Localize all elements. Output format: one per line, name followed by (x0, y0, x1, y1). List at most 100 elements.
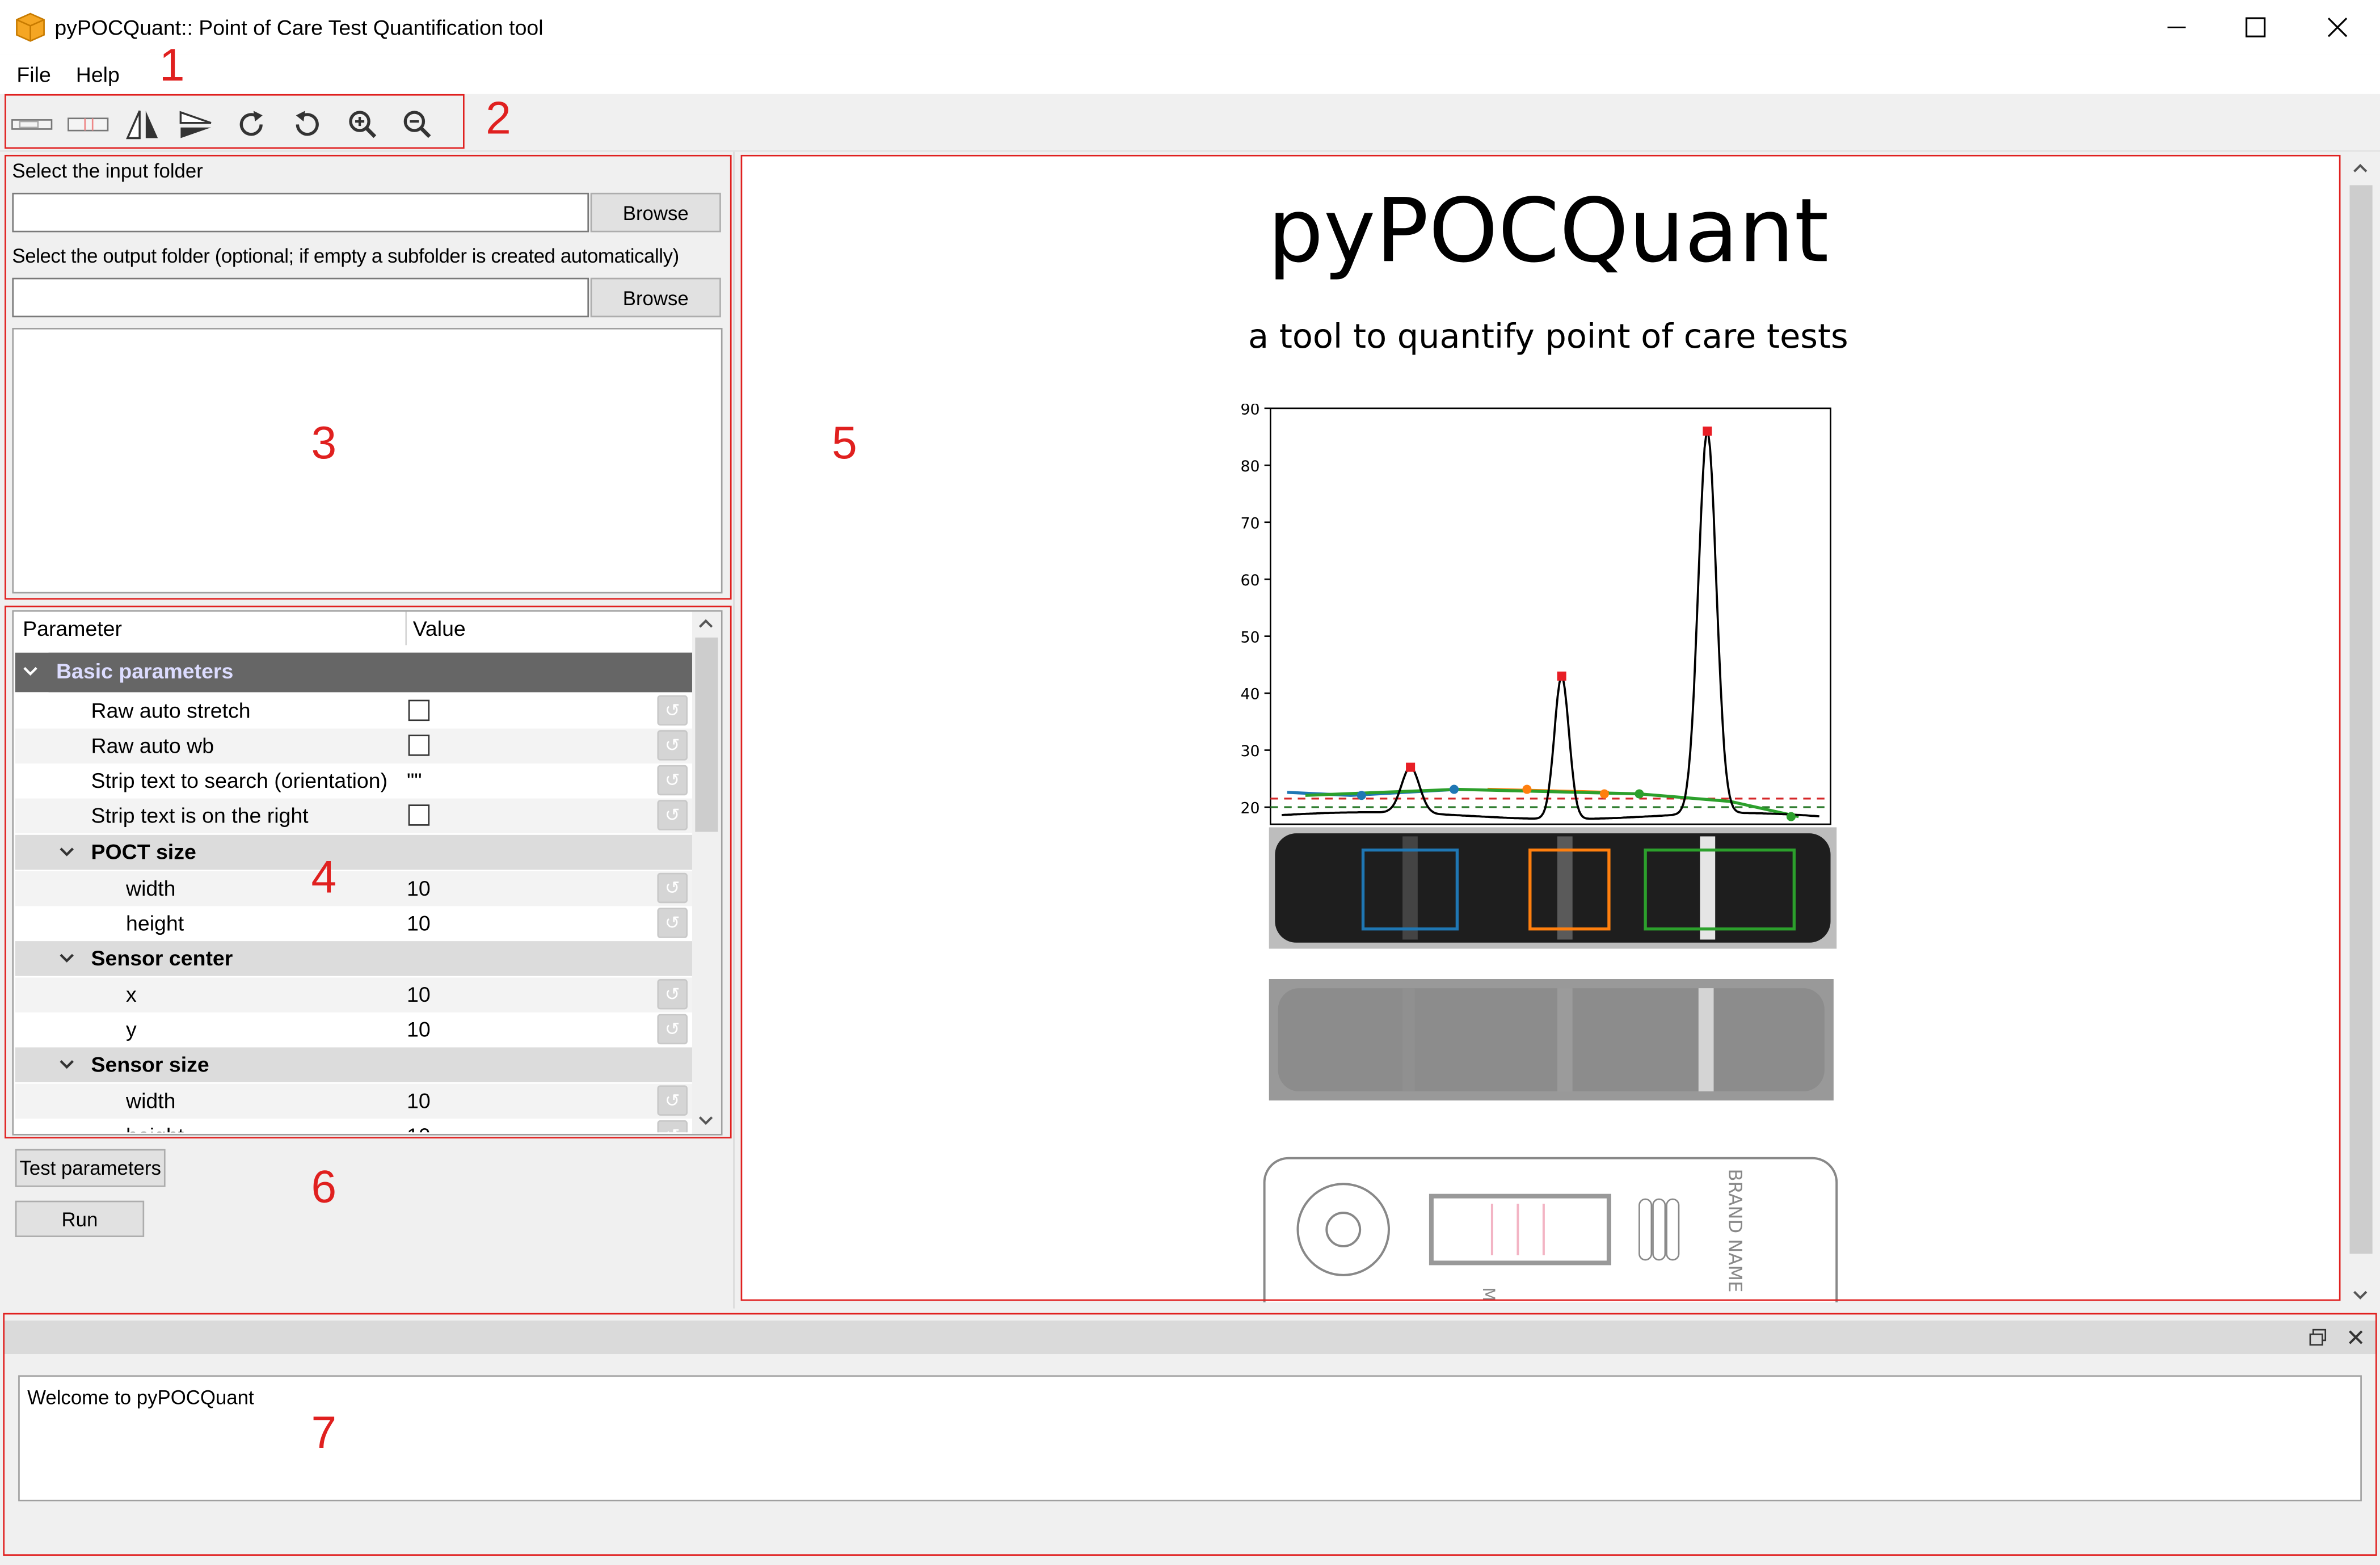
y-tick-label: 60 (1241, 572, 1260, 589)
column-header-value: Value (412, 616, 466, 641)
peak-marker (1557, 671, 1566, 681)
maximize-icon[interactable] (2243, 15, 2268, 40)
sensor-image (1269, 827, 1837, 949)
close-icon[interactable] (2347, 1328, 2365, 1347)
file-list[interactable] (12, 328, 723, 594)
column-divider (405, 611, 407, 646)
param-label: height (126, 910, 184, 935)
sensor-view-icon[interactable] (65, 103, 111, 146)
strip-text-right-checkbox[interactable] (408, 804, 430, 826)
annotation-label-6: 6 (311, 1162, 337, 1213)
group-label: Basic parameters (56, 659, 234, 684)
test-parameters-button[interactable]: Test parameters (15, 1149, 166, 1187)
group-label: Sensor size (91, 1052, 209, 1077)
zoom-out-icon[interactable] (395, 103, 440, 146)
minimize-icon[interactable] (2164, 15, 2189, 40)
chevron-down-icon[interactable] (58, 949, 76, 967)
group-sensor-size[interactable]: Sensor size (15, 1047, 692, 1082)
raw-auto-wb-checkbox[interactable] (408, 735, 430, 756)
param-value[interactable]: 10 (407, 1017, 431, 1041)
rotate-clockwise-icon[interactable] (229, 103, 275, 146)
baseline-point (1786, 812, 1796, 821)
browse-input-button[interactable]: Browse (590, 192, 721, 233)
param-sensor-size-height: height 10 ↺ (15, 1119, 692, 1133)
annotation-label-7: 7 (311, 1408, 337, 1459)
input-folder-field[interactable] (12, 192, 589, 233)
reset-icon[interactable]: ↺ (657, 1120, 688, 1133)
param-value[interactable]: 10 (407, 1089, 431, 1113)
param-poct-width: width 10 ↺ (15, 871, 692, 906)
group-sensor-center[interactable]: Sensor center (15, 941, 692, 976)
y-ticks: 90 80 70 60 50 40 30 20 (1241, 404, 1271, 817)
output-folder-field[interactable] (12, 277, 589, 318)
raw-sensor-image (1269, 979, 1834, 1101)
reset-icon[interactable]: ↺ (657, 765, 688, 796)
param-label: Strip text is on the right (91, 803, 309, 828)
undock-icon[interactable] (2309, 1328, 2327, 1347)
param-value[interactable]: 10 (407, 982, 431, 1006)
annotation-label-5: 5 (832, 419, 857, 469)
zoom-in-icon[interactable] (340, 103, 385, 146)
chevron-down-icon[interactable] (21, 662, 39, 680)
log-output[interactable]: Welcome to pyPOCQuant (18, 1375, 2362, 1501)
y-tick-label: 90 (1241, 404, 1260, 419)
param-raw-auto-stretch: Raw auto stretch ↺ (15, 693, 692, 729)
group-label: Sensor center (91, 946, 233, 970)
scroll-down-icon[interactable] (2350, 1286, 2371, 1304)
reset-icon[interactable]: ↺ (657, 872, 688, 904)
brand-label: BRAND NAME (1724, 1169, 1746, 1293)
scroll-up-icon[interactable] (2350, 159, 2371, 178)
y-tick-label: 30 (1241, 743, 1260, 760)
menu-file[interactable]: File (16, 62, 50, 87)
group-poct-size[interactable]: POCT size (15, 834, 692, 870)
y-tick-label: 40 (1241, 686, 1260, 703)
output-folder-label: Select the output folder (optional; if e… (12, 244, 679, 267)
close-icon[interactable] (2326, 15, 2350, 40)
param-sensor-center-y: y 10 ↺ (15, 1012, 692, 1048)
y-tick-label: 70 (1241, 514, 1260, 532)
reset-icon[interactable]: ↺ (657, 1014, 688, 1045)
baseline-point (1522, 784, 1532, 794)
param-value[interactable]: "" (407, 768, 422, 792)
reset-icon[interactable]: ↺ (657, 695, 688, 726)
preview-scrollbar-thumb[interactable] (2349, 185, 2373, 1254)
column-header-parameter: Parameter (23, 616, 122, 641)
preview-subtitle: a tool to quantify point of care tests (1248, 318, 1848, 357)
peak-marker (1406, 762, 1416, 772)
tree-scrollbar-thumb[interactable] (695, 637, 718, 832)
param-poct-height: height 10 ↺ (15, 906, 692, 942)
scroll-up-icon[interactable] (695, 615, 716, 633)
run-button[interactable]: Run (15, 1200, 145, 1237)
menu-help[interactable]: Help (76, 62, 120, 87)
reset-icon[interactable]: ↺ (657, 908, 688, 938)
group-basic-parameters[interactable]: Basic parameters (15, 652, 692, 693)
mirror-vertical-icon[interactable] (120, 103, 165, 146)
baseline-point (1599, 789, 1609, 799)
mirror-horizontal-icon[interactable] (173, 103, 218, 146)
param-value[interactable]: 10 (407, 1123, 431, 1132)
chevron-down-icon[interactable] (58, 1055, 76, 1073)
param-raw-auto-wb: Raw auto wb ↺ (15, 728, 692, 764)
title-bar: pyPOCQuant:: Point of Care Test Quantifi… (0, 0, 2380, 55)
splitter[interactable] (733, 151, 735, 1309)
profile-chart: 90 80 70 60 50 40 30 20 (1241, 404, 1831, 825)
preview-title: pyPOCQuant (1267, 179, 1829, 282)
browse-output-button[interactable]: Browse (590, 277, 721, 318)
chevron-down-icon[interactable] (58, 842, 76, 860)
strip-view-icon[interactable] (9, 103, 54, 146)
reset-icon[interactable]: ↺ (657, 800, 688, 830)
log-text: Welcome to pyPOCQuant (27, 1386, 254, 1409)
log-dock-title (5, 1321, 2376, 1354)
param-label: width (126, 876, 176, 900)
scroll-down-icon[interactable] (695, 1111, 716, 1129)
reset-icon[interactable]: ↺ (657, 730, 688, 761)
reset-icon[interactable]: ↺ (657, 1085, 688, 1116)
param-value[interactable]: 10 (407, 911, 431, 935)
reset-icon[interactable]: ↺ (657, 979, 688, 1010)
param-label: Strip text to search (orientation) (91, 768, 388, 792)
annotation-label-2: 2 (486, 94, 511, 145)
rotate-counterclockwise-icon[interactable] (284, 103, 329, 146)
param-value[interactable]: 10 (407, 876, 431, 900)
raw-auto-stretch-checkbox[interactable] (408, 699, 430, 722)
y-tick-label: 20 (1241, 800, 1260, 817)
